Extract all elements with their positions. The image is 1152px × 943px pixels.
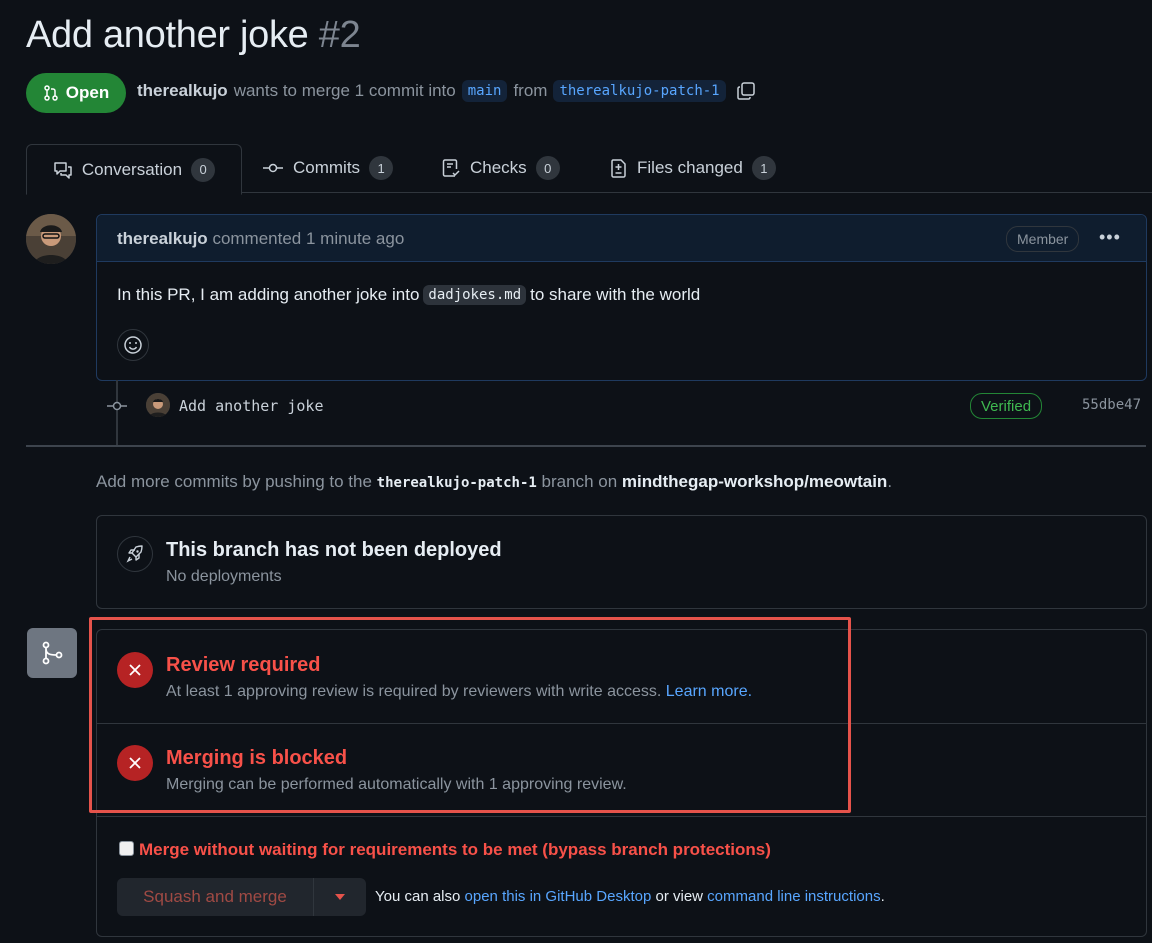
merge-text-2: from bbox=[513, 81, 548, 100]
tab-label: Files changed bbox=[637, 158, 743, 177]
tab-counter: 0 bbox=[535, 156, 560, 180]
tab-label: Checks bbox=[470, 158, 527, 177]
also-end: . bbox=[880, 888, 885, 905]
triangle-down-icon bbox=[334, 893, 346, 901]
also-pre: You can also bbox=[375, 888, 461, 905]
tab-checks[interactable]: Checks 0 bbox=[441, 144, 560, 192]
commit-author-avatar[interactable] bbox=[146, 393, 170, 417]
comment-code: dadjokes.md bbox=[423, 285, 527, 305]
tab-counter: 0 bbox=[191, 157, 216, 182]
tab-counter: 1 bbox=[751, 156, 776, 180]
base-branch[interactable]: main bbox=[461, 80, 508, 102]
push-info-pre: Add more commits by pushing to the bbox=[96, 472, 372, 491]
tab-conversation[interactable]: Conversation 0 bbox=[26, 144, 242, 195]
comment-header: therealkujo commented 1 minute ago Membe… bbox=[97, 215, 1146, 262]
author-avatar[interactable] bbox=[26, 214, 76, 264]
tab-commits[interactable]: Commits 1 bbox=[262, 144, 394, 192]
git-commit-icon bbox=[262, 160, 284, 176]
copy-icon[interactable] bbox=[736, 81, 756, 101]
deploy-subtitle: No deployments bbox=[166, 568, 282, 585]
push-info: Add more commits by pushing to the there… bbox=[96, 472, 892, 492]
squash-and-merge-button[interactable]: Squash and merge bbox=[117, 878, 313, 916]
comment-text-pre: In this PR, I am adding another joke int… bbox=[117, 285, 420, 304]
pr-title-text: Add another joke bbox=[26, 14, 309, 56]
kebab-menu-icon[interactable]: ••• bbox=[1099, 227, 1121, 248]
comment-author[interactable]: therealkujo bbox=[117, 229, 208, 248]
command-line-link[interactable]: command line instructions bbox=[707, 888, 880, 905]
push-info-branch: therealkujo-patch-1 bbox=[376, 475, 537, 491]
comment-discussion-icon bbox=[53, 161, 73, 179]
member-badge: Member bbox=[1006, 226, 1080, 252]
pr-state-label: Open bbox=[65, 83, 110, 102]
pr-title: Add another joke #2 bbox=[26, 14, 361, 57]
bypass-checkbox[interactable] bbox=[119, 841, 134, 856]
git-merge-icon bbox=[27, 628, 77, 678]
merge-text-1: wants to merge 1 commit into bbox=[233, 81, 456, 100]
comment-box: therealkujo commented 1 minute ago Membe… bbox=[96, 214, 1147, 381]
tab-files-changed[interactable]: Files changed 1 bbox=[610, 144, 776, 192]
deploy-title: This branch has not been deployed bbox=[166, 539, 502, 561]
comment-action: commented 1 minute ago bbox=[212, 229, 405, 248]
push-info-repo: mindthegap-workshop/meowtain bbox=[621, 472, 888, 491]
pr-author-link[interactable]: therealkujo bbox=[137, 81, 228, 101]
tab-label: Conversation bbox=[81, 159, 183, 179]
pr-merge-summary: therealkujo wants to merge 1 commit into… bbox=[137, 80, 756, 102]
merge-method-dropdown[interactable] bbox=[313, 878, 366, 916]
checklist-icon bbox=[441, 158, 461, 178]
bypass-label[interactable]: Merge without waiting for requirements t… bbox=[139, 840, 771, 860]
tab-label: Commits bbox=[293, 158, 361, 177]
file-diff-icon bbox=[610, 158, 628, 178]
commit-message-link[interactable]: Add another joke bbox=[179, 397, 324, 415]
pr-number: #2 bbox=[318, 14, 361, 56]
head-branch[interactable]: therealkujo-patch-1 bbox=[553, 80, 726, 102]
merge-alternatives: You can also open this in GitHub Desktop… bbox=[375, 888, 885, 905]
push-info-mid: branch on bbox=[541, 472, 618, 491]
verified-badge[interactable]: Verified bbox=[970, 393, 1043, 419]
push-info-end: . bbox=[887, 472, 893, 491]
github-desktop-link[interactable]: open this in GitHub Desktop bbox=[465, 888, 652, 905]
commit-sha-link[interactable]: 55dbe47 bbox=[1082, 397, 1141, 413]
comment-body: In this PR, I am adding another joke int… bbox=[117, 285, 700, 305]
rocket-icon bbox=[117, 536, 153, 572]
smiley-icon[interactable] bbox=[117, 329, 149, 361]
also-mid: or view bbox=[655, 888, 703, 905]
section-divider bbox=[97, 816, 1146, 817]
pr-state-badge: Open bbox=[26, 73, 126, 113]
deployment-box: This branch has not been deployed No dep… bbox=[96, 515, 1147, 609]
comment-text-post: to share with the world bbox=[530, 285, 701, 304]
timeline-divider bbox=[26, 445, 1146, 447]
tab-counter: 1 bbox=[369, 156, 394, 180]
highlight-annotation bbox=[89, 617, 851, 813]
git-commit-icon bbox=[107, 398, 127, 414]
comment-meta: therealkujo commented 1 minute ago bbox=[117, 229, 404, 249]
pull-request-icon bbox=[43, 85, 59, 101]
